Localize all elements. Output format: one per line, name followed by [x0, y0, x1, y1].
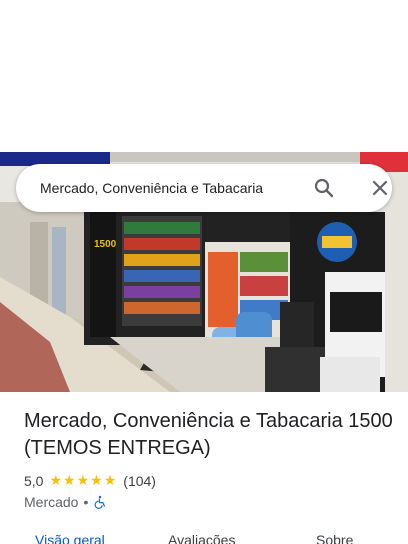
- place-title: Mercado, Conveniência e Tabacaria 1500 (…: [24, 410, 393, 459]
- star-icon: ★: [49, 473, 63, 489]
- star-icon: ★: [90, 473, 103, 489]
- star-icon: ★: [103, 473, 117, 489]
- close-icon[interactable]: [368, 176, 392, 200]
- search-icon[interactable]: [312, 176, 336, 200]
- rating-value: 5,0: [24, 473, 44, 489]
- svg-text:1500: 1500: [94, 239, 117, 250]
- rating-row[interactable]: 5,0 ★ ★ ★ ★ ★ (104): [24, 471, 156, 491]
- search-input[interactable]: Mercado, Conveniência e Tabacaria: [40, 164, 263, 212]
- category-label: Mercado: [24, 494, 79, 510]
- review-count[interactable]: (104): [123, 473, 156, 489]
- place-tabs: Visão geral Avaliações Sobre: [0, 528, 408, 544]
- category-row: Mercado •: [24, 492, 107, 512]
- wheelchair-icon: [93, 495, 107, 509]
- separator-dot: •: [83, 494, 89, 510]
- tab-about[interactable]: Sobre: [316, 532, 353, 544]
- search-bar[interactable]: Mercado, Conveniência e Tabacaria: [16, 164, 392, 212]
- tab-overview[interactable]: Visão geral: [35, 532, 105, 544]
- star-rating: ★ ★ ★ ★ ★: [49, 474, 117, 488]
- star-icon: ★: [63, 473, 76, 489]
- map-placeholder: [0, 0, 408, 152]
- star-icon: ★: [76, 473, 90, 489]
- tab-reviews[interactable]: Avaliações: [168, 532, 235, 544]
